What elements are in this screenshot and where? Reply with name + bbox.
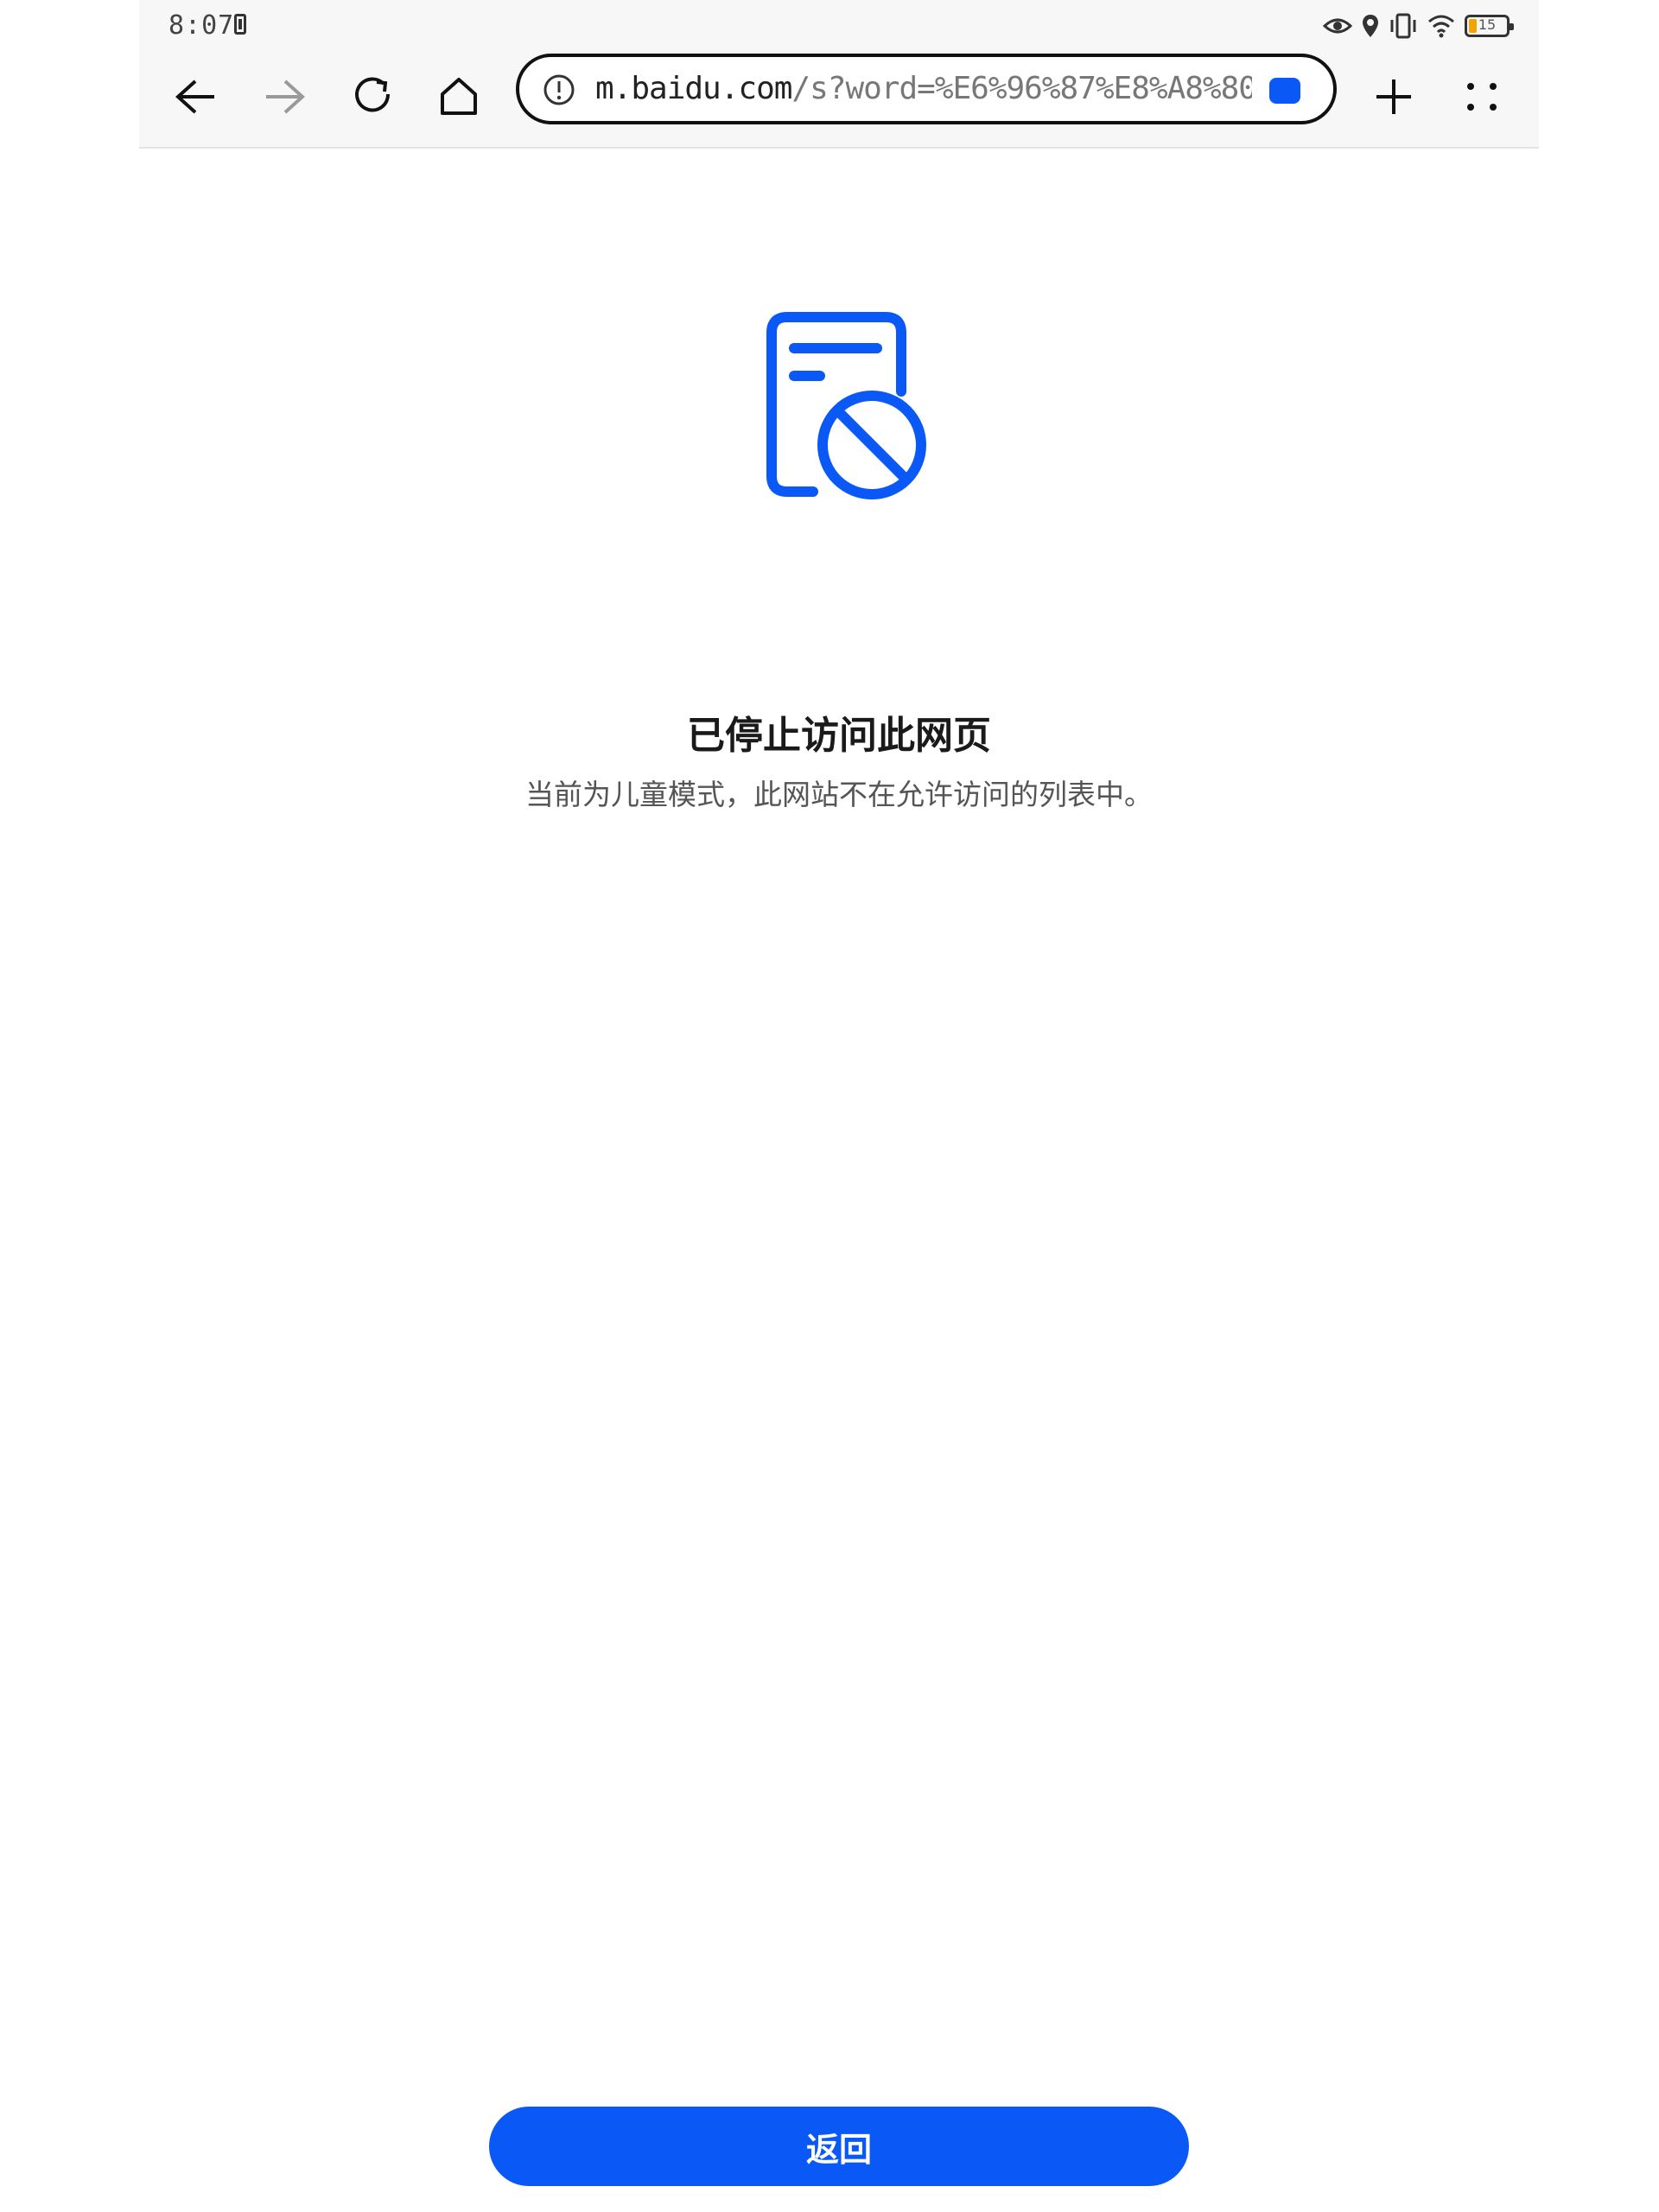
vibrate-icon: [1390, 13, 1416, 39]
storage-icon: [234, 14, 246, 35]
refresh-button[interactable]: [340, 64, 405, 130]
menu-button[interactable]: [1449, 64, 1515, 130]
forward-arrow-icon: [266, 79, 305, 114]
status-bar: 8:07 15: [139, 0, 1539, 52]
url-text[interactable]: m.baidu.com/s?word=%E6%96%87%E8%A8%80: [595, 71, 1252, 106]
battery-level: 15: [1478, 16, 1497, 33]
eye-icon: [1323, 18, 1352, 34]
info-icon[interactable]: [542, 73, 576, 107]
status-time: 8:07: [168, 10, 235, 41]
status-icons: 15: [1323, 9, 1514, 43]
new-tab-button[interactable]: [1361, 64, 1427, 130]
battery-icon: 15: [1465, 15, 1514, 37]
browser-toolbar: m.baidu.com/s?word=%E6%96%87%E8%A8%80: [139, 52, 1539, 149]
blocked-message: 当前为儿童模式，此网站不在允许访问的列表中。: [525, 778, 1153, 811]
wifi-icon: [1428, 15, 1454, 38]
back-button[interactable]: [163, 64, 229, 130]
menu-icon: [1467, 83, 1497, 111]
forward-button[interactable]: [251, 64, 317, 130]
back-arrow-icon: [175, 79, 214, 114]
blocked-page-icon: [766, 312, 926, 499]
address-bar[interactable]: m.baidu.com/s?word=%E6%96%87%E8%A8%80: [516, 54, 1337, 124]
browser-page: 8:07 15 m.baidu.com/s?word=%E6%96%87%E8%…: [139, 0, 1539, 2212]
battery-tip: [1510, 23, 1514, 30]
home-button[interactable]: [426, 64, 492, 130]
home-icon: [441, 78, 477, 115]
url-domain: m.baidu.com: [595, 71, 792, 106]
new-tab-icon: [1376, 79, 1411, 114]
return-button[interactable]: 返回: [489, 2107, 1189, 2186]
tab-indicator-icon[interactable]: [1269, 78, 1300, 104]
refresh-icon: [355, 77, 391, 112]
page-title: 已停止访问此网页: [687, 714, 991, 758]
url-path: /s?word=%E6%96%87%E8%A8%80: [791, 71, 1252, 106]
location-icon: [1363, 15, 1378, 37]
